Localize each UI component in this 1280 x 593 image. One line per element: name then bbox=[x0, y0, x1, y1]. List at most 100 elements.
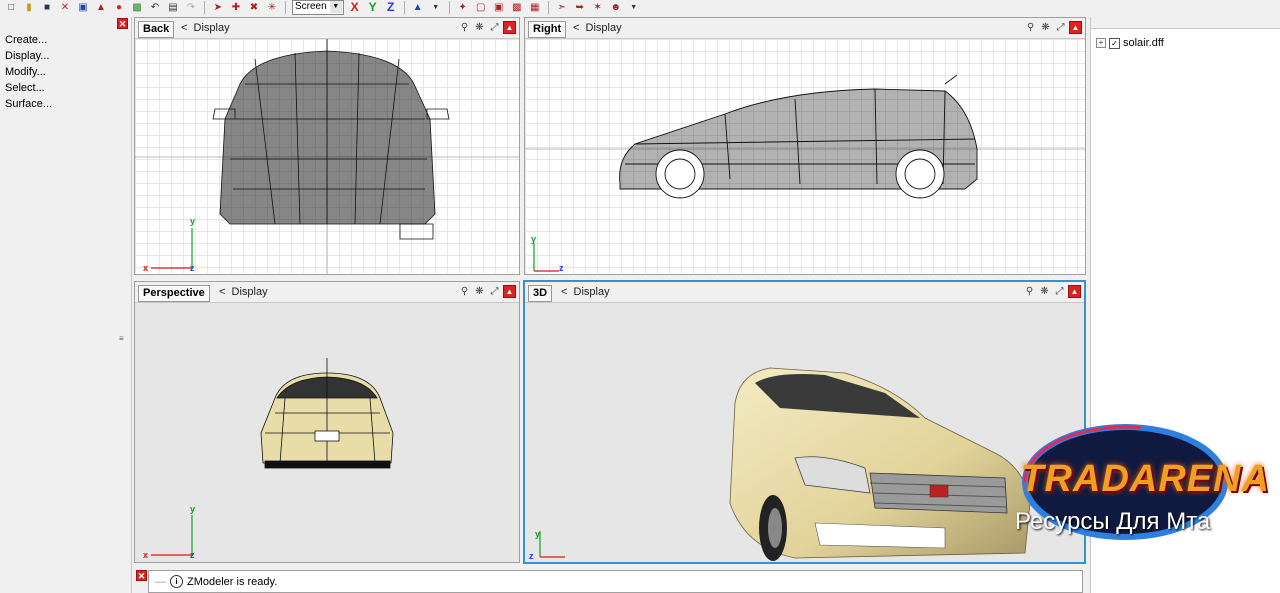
bevel-icon[interactable]: ➥ bbox=[573, 1, 587, 14]
axis-z-toggle[interactable]: Z bbox=[384, 1, 398, 14]
person-icon[interactable]: ☻ bbox=[609, 1, 623, 14]
display-label: Display bbox=[573, 286, 610, 298]
splitter-grip-icon[interactable]: ≡ bbox=[119, 335, 126, 345]
watermark-logo: TRADARENA Ресурсы Для Мта bbox=[975, 410, 1280, 560]
orbit-icon[interactable]: ❋ bbox=[473, 285, 486, 298]
extrude-icon[interactable]: ➣ bbox=[555, 1, 569, 14]
zoom-icon[interactable]: ⚲ bbox=[1024, 21, 1037, 34]
viewport-controls: ⚲ ❋ ⤢ ▲ bbox=[1023, 285, 1081, 298]
zoom-extents-icon[interactable]: ⤢ bbox=[1053, 285, 1066, 298]
menu-item-surface[interactable]: Surface... bbox=[5, 98, 52, 110]
close-icon[interactable]: ✕ bbox=[136, 570, 147, 581]
new-file-icon[interactable]: □ bbox=[4, 1, 18, 14]
toolbar-separator bbox=[547, 1, 549, 14]
info-icon: i bbox=[170, 575, 183, 588]
status-message: ZModeler is ready. bbox=[187, 575, 278, 588]
axis-gizmo bbox=[533, 243, 559, 272]
object-mode-icon[interactable]: ▩ bbox=[510, 1, 524, 14]
orbit-icon[interactable]: ❋ bbox=[1038, 285, 1051, 298]
viewport-canvas[interactable]: y x z bbox=[135, 39, 519, 274]
logo-subtitle-text: Ресурсы Для Мта bbox=[1015, 508, 1211, 535]
toolbar-separator bbox=[448, 1, 450, 14]
menu-item-display[interactable]: Display... bbox=[5, 50, 49, 62]
texture-icon[interactable]: ▩ bbox=[130, 1, 144, 14]
import-icon[interactable]: ▲ bbox=[94, 1, 108, 14]
axis-label-z: z bbox=[529, 551, 534, 561]
display-label: Display bbox=[231, 286, 268, 298]
viewport-canvas[interactable]: y x z bbox=[135, 303, 519, 562]
axis-gizmo bbox=[151, 515, 193, 556]
close-icon[interactable]: ✕ bbox=[117, 18, 128, 29]
side-wireframe bbox=[525, 74, 1085, 199]
rotate-tool-icon[interactable]: ✖ bbox=[247, 1, 261, 14]
viewport-controls: ⚲ ❋ ⤢ ▲ bbox=[1024, 21, 1082, 34]
face-mode-icon[interactable]: ▣ bbox=[492, 1, 506, 14]
view-mode-select[interactable]: Screen ▼ bbox=[292, 0, 344, 15]
viewport-perspective[interactable]: Perspective < Display ⚲ ❋ ⤢ ▲ y x z bbox=[134, 281, 520, 563]
scale-tool-icon[interactable]: ✳ bbox=[265, 1, 279, 14]
copy-icon[interactable]: ▣ bbox=[76, 1, 90, 14]
viewport-name-button[interactable]: Back bbox=[138, 21, 175, 38]
display-menu[interactable]: < Display bbox=[181, 21, 230, 35]
zoom-extents-icon[interactable]: ⤢ bbox=[1054, 21, 1067, 34]
clipboard-icon[interactable]: ▤ bbox=[166, 1, 180, 14]
viewport-name-button[interactable]: Perspective bbox=[138, 285, 210, 302]
axis-x-toggle[interactable]: X bbox=[348, 1, 362, 14]
dropdown-arrow-icon[interactable]: ▼ bbox=[429, 1, 443, 14]
viewport-header: 3D < Display ⚲ ❋ ⤢ ▲ bbox=[525, 282, 1084, 303]
viewport-right[interactable]: Right < Display ⚲ ❋ ⤢ ▲ y z bbox=[524, 17, 1086, 275]
maximize-viewport-icon[interactable]: ▲ bbox=[503, 285, 516, 298]
main-toolbar: □ ▮ ■ ✕ ▣ ▲ ● ▩ ↶ ▤ ↷ ➤ ✚ ✖ ✳ Screen ▼ X … bbox=[0, 0, 1280, 15]
open-folder-icon[interactable]: ▮ bbox=[22, 1, 36, 14]
maximize-viewport-icon[interactable]: ▲ bbox=[503, 21, 516, 34]
menu-item-create[interactable]: Create... bbox=[5, 34, 47, 46]
viewport-name-button[interactable]: Right bbox=[528, 21, 567, 38]
zoom-icon[interactable]: ⚲ bbox=[1023, 285, 1036, 298]
menu-item-select[interactable]: Select... bbox=[5, 82, 45, 94]
pointer-icon[interactable]: ▲ bbox=[411, 1, 425, 14]
tree-item-label: solair.dff bbox=[1123, 37, 1164, 49]
redo-icon[interactable]: ↷ bbox=[184, 1, 198, 14]
box-mode-icon[interactable]: ▦ bbox=[528, 1, 542, 14]
viewport-back[interactable]: Back < Display ⚲ ❋ ⤢ ▲ y x z bbox=[134, 17, 520, 275]
maximize-viewport-icon[interactable]: ▲ bbox=[1069, 21, 1082, 34]
chevron-down-icon: ▼ bbox=[329, 1, 342, 13]
toolbar-separator bbox=[204, 1, 205, 14]
dropdown-arrow-icon[interactable]: ▼ bbox=[627, 1, 641, 14]
log-output: — i ZModeler is ready. bbox=[148, 570, 1083, 593]
view-mode-value: Screen bbox=[295, 1, 327, 12]
command-panel: ✕ Create... Display... Modify... Select.… bbox=[0, 17, 132, 593]
display-menu[interactable]: < Display bbox=[573, 21, 622, 35]
viewport-name-button[interactable]: 3D bbox=[528, 285, 553, 302]
vertex-mode-icon[interactable]: ✦ bbox=[456, 1, 470, 14]
display-menu[interactable]: < Display bbox=[219, 285, 268, 299]
orbit-icon[interactable]: ❋ bbox=[473, 21, 486, 34]
viewport-canvas[interactable]: y z bbox=[525, 39, 1085, 274]
orbit-icon[interactable]: ❋ bbox=[1039, 21, 1052, 34]
zoom-icon[interactable]: ⚲ bbox=[458, 285, 471, 298]
log-entry: — i ZModeler is ready. bbox=[155, 575, 277, 588]
logo-brand-text: TRADARENA bbox=[1020, 458, 1270, 500]
maximize-viewport-icon[interactable]: ▲ bbox=[1068, 285, 1081, 298]
save-icon[interactable]: ■ bbox=[40, 1, 54, 14]
move-tool-icon[interactable]: ✚ bbox=[229, 1, 243, 14]
menu-item-modify[interactable]: Modify... bbox=[5, 66, 46, 78]
bone-icon[interactable]: ✶ bbox=[591, 1, 605, 14]
car-back-wireframe bbox=[212, 39, 450, 240]
zoom-extents-icon[interactable]: ⤢ bbox=[488, 285, 501, 298]
toolbar-separator bbox=[285, 1, 286, 14]
render-icon[interactable]: ● bbox=[112, 1, 126, 14]
zoom-extents-icon[interactable]: ⤢ bbox=[488, 21, 501, 34]
visibility-checkbox[interactable]: ✓ bbox=[1109, 37, 1120, 49]
log-panel: ✕ — i ZModeler is ready. bbox=[133, 567, 1089, 593]
expand-icon[interactable]: + bbox=[1096, 38, 1106, 48]
display-menu[interactable]: < Display bbox=[561, 285, 610, 299]
delete-icon[interactable]: ✕ bbox=[58, 1, 72, 14]
axis-y-toggle[interactable]: Y bbox=[366, 1, 380, 14]
tree-item-solair[interactable]: + ✓ solair.dff bbox=[1096, 37, 1164, 49]
undo-icon[interactable]: ↶ bbox=[148, 1, 162, 14]
select-tool-icon[interactable]: ➤ bbox=[211, 1, 225, 14]
zoom-icon[interactable]: ⚲ bbox=[458, 21, 471, 34]
display-label: Display bbox=[585, 22, 622, 34]
edge-mode-icon[interactable]: ▢ bbox=[474, 1, 488, 14]
